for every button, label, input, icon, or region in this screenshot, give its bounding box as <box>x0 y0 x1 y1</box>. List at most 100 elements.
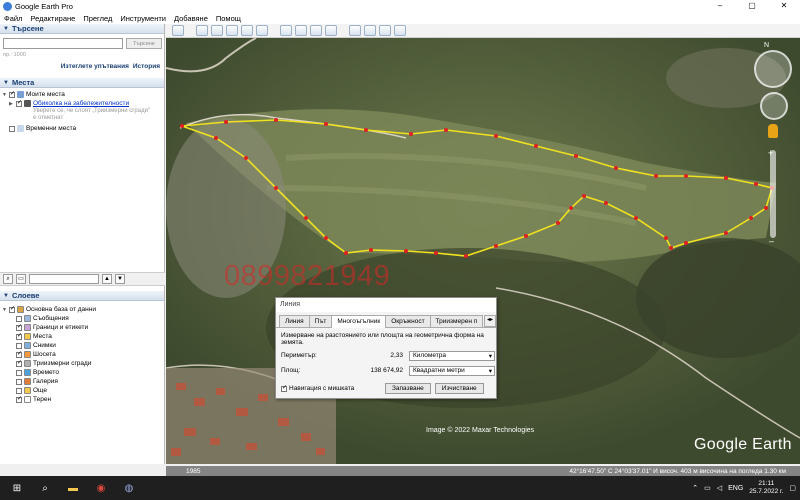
layer-checkbox[interactable] <box>16 342 22 349</box>
planets-icon[interactable] <box>310 25 322 36</box>
layer-item[interactable]: Триизмерни сгради <box>2 359 164 368</box>
email-icon[interactable] <box>349 25 361 36</box>
list-view-icon[interactable]: ▭ <box>16 274 26 284</box>
layer-checkbox[interactable] <box>16 359 22 367</box>
checkbox[interactable] <box>9 90 15 98</box>
view-in-maps-icon[interactable] <box>394 25 406 36</box>
windows-start-icon[interactable]: ⊞ <box>6 480 28 496</box>
map-viewport[interactable]: N + – 0899821949 Image © 2022 Maxar Tech… <box>166 38 800 464</box>
expand-arrow-icon[interactable]: ▼ <box>2 92 9 98</box>
polygon-icon[interactable] <box>211 25 223 36</box>
tour-row[interactable]: ▶ Обиколка на забележителности <box>2 99 164 108</box>
layer-checkbox[interactable] <box>16 395 22 403</box>
places-filter-input[interactable] <box>29 274 99 284</box>
layer-item[interactable]: Времето <box>2 368 164 377</box>
save-button[interactable]: Запазване <box>385 383 431 394</box>
language-indicator[interactable]: ENG <box>728 485 743 492</box>
look-control[interactable] <box>754 50 792 88</box>
chrome-icon[interactable]: ◉ <box>90 480 112 496</box>
clear-button[interactable]: Изчистване <box>434 383 484 394</box>
layer-item[interactable]: ▼ Основна база от данни <box>2 305 164 314</box>
close-button[interactable]: ✕ <box>768 0 800 12</box>
sidebar-toggle-icon[interactable] <box>172 25 184 36</box>
layers-panel-header[interactable]: ▼ Слоеве <box>0 291 164 301</box>
layer-item[interactable]: Шосета <box>2 350 164 359</box>
area-unit-select[interactable]: Квадратни метри ▾ <box>409 365 495 376</box>
minimize-button[interactable]: – <box>704 0 736 12</box>
menu-view[interactable]: Преглед <box>83 14 112 23</box>
historical-imagery-icon[interactable] <box>280 25 292 36</box>
volume-icon[interactable]: ◁ <box>717 484 722 492</box>
expand-arrow-icon[interactable]: ▶ <box>9 101 16 107</box>
menu-file[interactable]: Файл <box>4 14 22 23</box>
tour-link[interactable]: Обиколка на забележителности <box>33 100 129 107</box>
file-explorer-icon[interactable]: ▬ <box>62 480 84 496</box>
zoom-in-icon[interactable]: + <box>768 148 773 158</box>
search-places-icon[interactable]: ⌕ <box>3 274 13 284</box>
polygon-vertex <box>344 251 348 255</box>
tab-path[interactable]: Път <box>308 315 333 327</box>
search-input[interactable] <box>3 38 123 49</box>
history-link[interactable]: История <box>133 63 160 70</box>
layer-label: Граници и етикети <box>33 324 89 331</box>
zoom-slider[interactable] <box>770 150 776 238</box>
my-places-row[interactable]: ▼ Моите места <box>2 90 164 99</box>
menu-edit[interactable]: Редактиране <box>30 14 75 23</box>
tab-circle[interactable]: Окръжност <box>385 315 431 327</box>
tab-scroll-arrows-icon[interactable]: ◂▸ <box>484 315 496 327</box>
search-icon[interactable]: ⌕ <box>34 480 56 496</box>
street-view-pegman-icon[interactable] <box>768 124 778 138</box>
layer-item[interactable]: Галерия <box>2 377 164 386</box>
layer-checkbox[interactable] <box>16 387 22 394</box>
directions-link[interactable]: Изтеглете упътвания <box>61 63 129 70</box>
layer-item[interactable]: Снимки <box>2 341 164 350</box>
network-icon[interactable]: ▭ <box>704 484 711 492</box>
chevron-up-icon[interactable]: ⌃ <box>692 484 698 492</box>
move-up-icon[interactable]: ▲ <box>102 274 112 284</box>
search-panel-header[interactable]: ▼ Търсене <box>0 24 164 34</box>
notifications-icon[interactable]: ▢ <box>789 484 796 492</box>
layer-checkbox[interactable] <box>9 305 15 313</box>
move-down-icon[interactable]: ▼ <box>115 274 125 284</box>
menu-tools[interactable]: Инструменти <box>120 14 166 23</box>
places-panel-header[interactable]: ▼ Места <box>0 78 164 88</box>
record-tour-icon[interactable] <box>256 25 268 36</box>
expand-arrow-icon[interactable]: ▼ <box>2 307 9 313</box>
path-icon[interactable] <box>226 25 238 36</box>
google-earth-taskbar-icon[interactable]: ◍ <box>118 480 140 496</box>
layer-checkbox[interactable] <box>16 315 22 322</box>
layer-item[interactable]: Съобщения <box>2 314 164 323</box>
sunlight-icon[interactable] <box>295 25 307 36</box>
layer-item[interactable]: Още <box>2 386 164 395</box>
placemark-icon[interactable] <box>196 25 208 36</box>
layer-checkbox[interactable] <box>16 332 22 340</box>
layer-checkbox[interactable] <box>16 369 22 376</box>
move-control[interactable] <box>760 92 788 120</box>
clock[interactable]: 21:11 25.7.2022 г. <box>749 480 783 496</box>
temporary-places-row[interactable]: Временни места <box>2 124 164 133</box>
layer-checkbox[interactable] <box>16 378 22 385</box>
menu-help[interactable]: Помощ <box>216 14 241 23</box>
layer-checkbox[interactable] <box>16 323 22 331</box>
maximize-button[interactable]: ▢ <box>736 0 768 12</box>
mouse-navigation-checkbox[interactable] <box>281 384 287 392</box>
zoom-out-icon[interactable]: – <box>769 236 774 246</box>
layer-item[interactable]: Места <box>2 332 164 341</box>
print-icon[interactable] <box>364 25 376 36</box>
tab-polygon[interactable]: Многоъгълник <box>331 315 387 328</box>
layer-checkbox[interactable] <box>16 350 22 358</box>
layer-item[interactable]: Терен <box>2 395 164 404</box>
image-overlay-icon[interactable] <box>241 25 253 36</box>
checkbox[interactable] <box>9 125 15 132</box>
tab-line[interactable]: Линия <box>279 315 310 327</box>
search-button[interactable]: Търсене <box>126 38 162 49</box>
layer-item[interactable]: Граници и етикети <box>2 323 164 332</box>
search-links: Изтеглете упътвания История <box>0 63 164 70</box>
save-image-icon[interactable] <box>379 25 391 36</box>
perimeter-unit-select[interactable]: Километра ▾ <box>409 350 495 361</box>
imagery-year[interactable]: 1985 <box>186 468 200 475</box>
tab-3d-path[interactable]: Триизмерен п <box>429 315 484 327</box>
ruler-icon[interactable] <box>325 25 337 36</box>
menu-add[interactable]: Добавяне <box>174 14 208 23</box>
checkbox[interactable] <box>16 99 22 107</box>
